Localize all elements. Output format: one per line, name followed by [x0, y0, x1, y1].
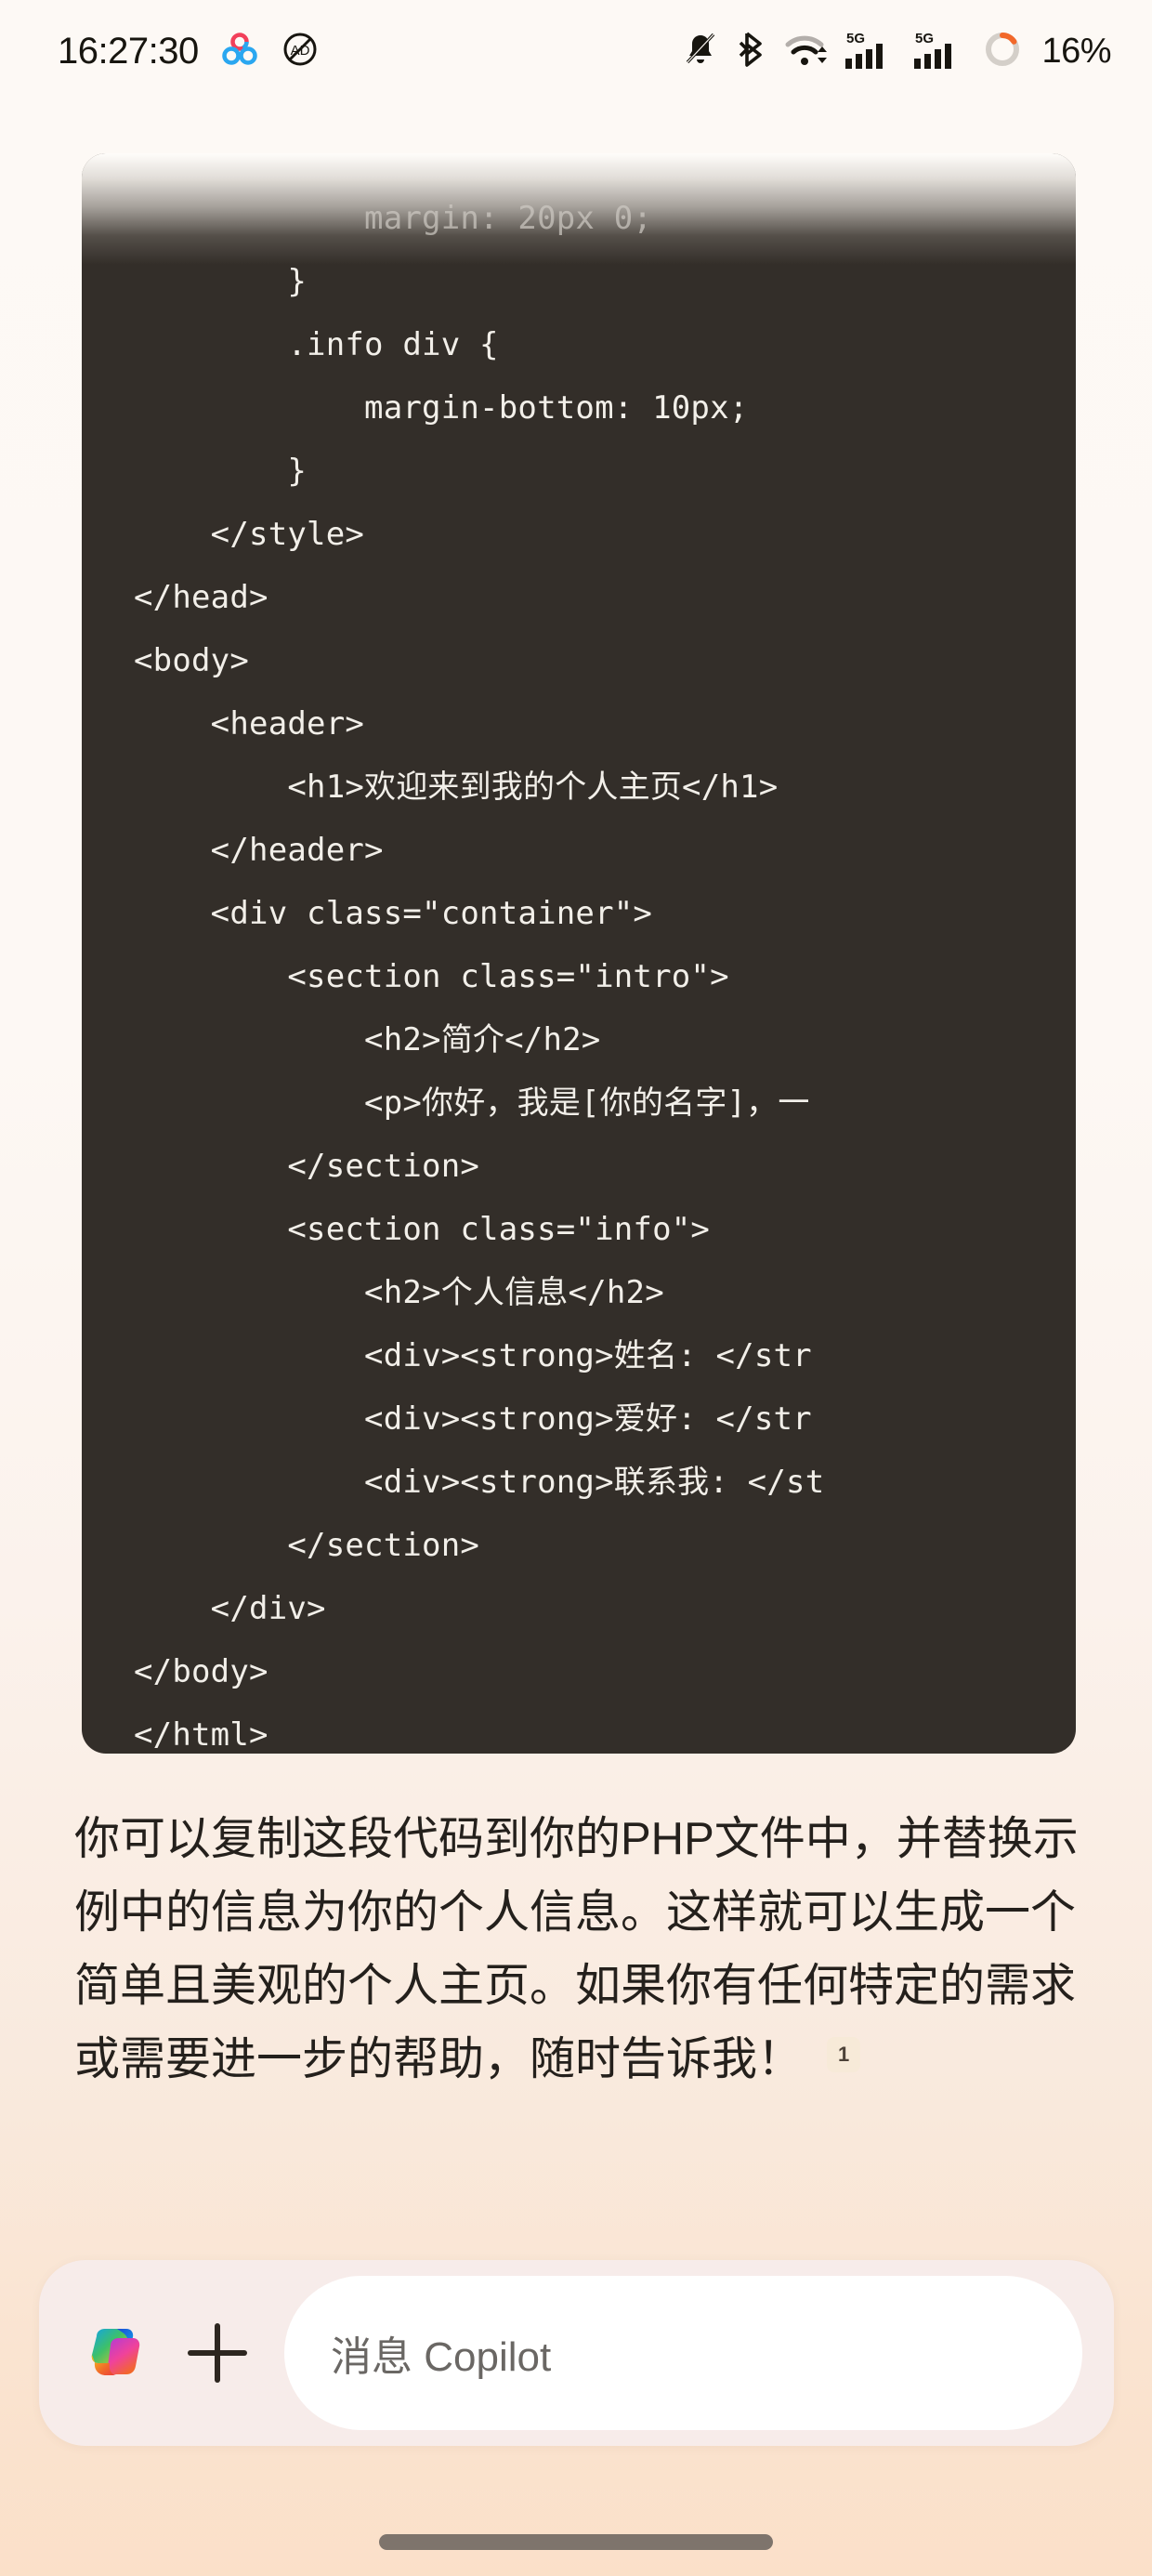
status-bar-clock: 16:27:30: [58, 30, 199, 72]
ad-block-icon: AD: [281, 30, 320, 73]
answer-text: 你可以复制这段代码到你的PHP文件中，并替换示例中的信息为你的个人信息。这样就可…: [74, 1814, 1079, 2084]
message-input[interactable]: 消息 Copilot: [284, 2276, 1082, 2430]
copilot-logo-icon[interactable]: [80, 2318, 151, 2388]
code-line: margin: 20px 0;: [134, 200, 653, 237]
status-bar: 16:27:30 AD 5G 5G 16%: [0, 0, 1152, 102]
code-line: <div class="container">: [134, 895, 653, 932]
code-line: </head>: [134, 579, 268, 616]
code-line: margin-bottom: 10px;: [134, 389, 749, 427]
code-line: <div><strong>姓名: </str: [134, 1337, 812, 1374]
code-line: .info div {: [134, 326, 499, 363]
tri-circle-icon: [219, 29, 260, 74]
code-line: </body>: [134, 1653, 268, 1690]
code-line: }: [134, 263, 308, 300]
code-line: </style>: [134, 516, 365, 553]
battery-ring-icon: [982, 29, 1023, 74]
code-line: <h1>欢迎来到我的个人主页</h1>: [134, 769, 779, 806]
code-line: <h2>个人信息</h2>: [134, 1274, 664, 1311]
code-line: </section>: [134, 1527, 480, 1564]
code-line: <div><strong>联系我: </st: [134, 1464, 825, 1501]
code-line: </html>: [134, 1716, 268, 1754]
code-line: }: [134, 453, 308, 490]
code-block[interactable]: margin: 20px 0; } .info div { margin-bot…: [82, 153, 1076, 1754]
code-line: <p>你好，我是[你的名字]，一: [134, 1084, 810, 1122]
message-input-placeholder: 消息 Copilot: [331, 2334, 552, 2380]
code-line: <section class="info">: [134, 1211, 711, 1248]
status-bar-right: 5G 5G 16%: [681, 28, 1111, 75]
citation-badge[interactable]: 1: [827, 2037, 861, 2072]
code-line: <section class="intro">: [134, 958, 729, 995]
message-composer: 消息 Copilot: [39, 2260, 1114, 2446]
code-line: </header>: [134, 832, 384, 869]
plus-icon[interactable]: [182, 2318, 253, 2388]
code-line: </section>: [134, 1148, 480, 1185]
wifi-icon: [785, 30, 830, 73]
code-line: <h2>简介</h2>: [134, 1021, 601, 1058]
signal-5g-secondary-icon: 5G: [913, 28, 967, 75]
svg-text:5G: 5G: [915, 31, 934, 46]
answer-paragraph: 你可以复制这段代码到你的PHP文件中，并替换示例中的信息为你的个人信息。这样就可…: [74, 1803, 1092, 2096]
code-line: <div><strong>爱好: </str: [134, 1400, 812, 1438]
home-indicator[interactable]: [379, 2534, 773, 2550]
status-bar-left: 16:27:30 AD: [58, 29, 320, 74]
code-line: <body>: [134, 642, 250, 679]
svg-text:AD: AD: [290, 43, 309, 59]
svg-text:5G: 5G: [846, 31, 865, 46]
signal-5g-icon: 5G: [844, 28, 898, 75]
code-line: <header>: [134, 705, 365, 743]
code-line: </div>: [134, 1590, 326, 1627]
code-block-content[interactable]: margin: 20px 0; } .info div { margin-bot…: [82, 153, 1076, 1754]
battery-percent-label: 16%: [1041, 31, 1111, 71]
bell-muted-icon: [681, 30, 720, 73]
assistant-answer: 你可以复制这段代码到你的PHP文件中，并替换示例中的信息为你的个人信息。这样就可…: [74, 1803, 1092, 2096]
bluetooth-icon: [735, 30, 770, 73]
